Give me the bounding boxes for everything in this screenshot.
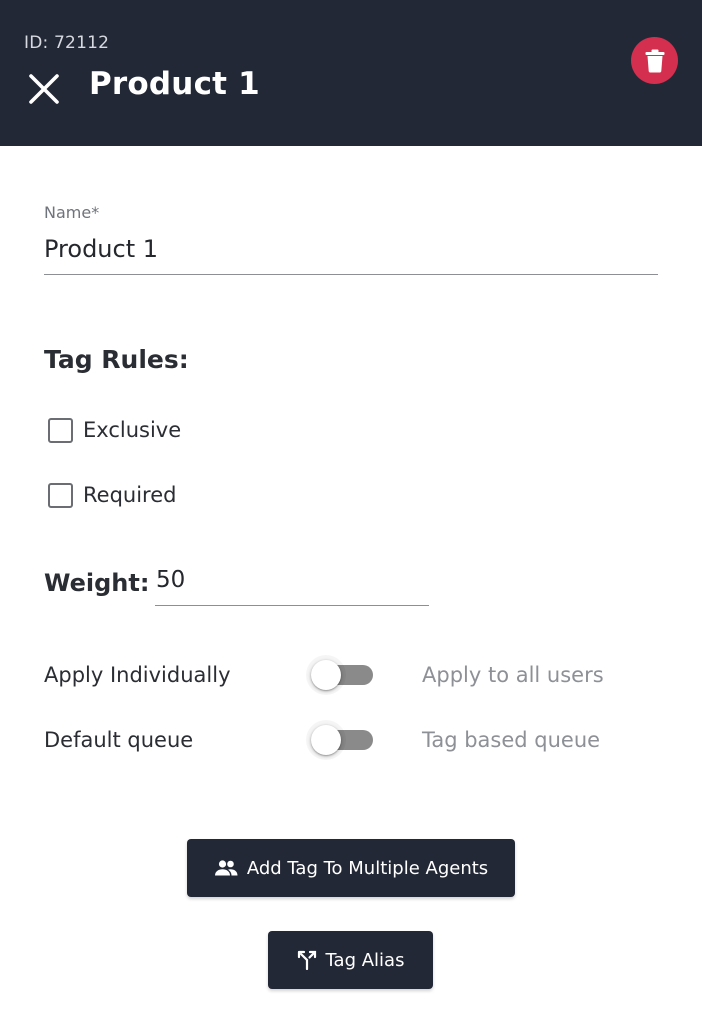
apply-scope-toggle-row: Apply Individually Apply to all users [44, 655, 644, 695]
close-button[interactable] [24, 68, 64, 108]
weight-input-underline [155, 605, 429, 606]
add-tag-to-multiple-agents-button[interactable]: Add Tag To Multiple Agents [187, 839, 515, 897]
required-checkbox[interactable] [48, 482, 73, 508]
name-field-underline [44, 274, 658, 275]
trash-icon [645, 49, 664, 72]
default-queue-label: Default queue [44, 728, 194, 752]
name-field[interactable]: Name* Product 1 [44, 200, 658, 276]
exclusive-checkbox-row[interactable]: Exclusive [48, 417, 181, 443]
apply-scope-switch[interactable] [306, 655, 378, 695]
record-id: ID: 72112 [24, 33, 110, 53]
weight-input[interactable]: 50 [155, 564, 429, 607]
required-checkbox-label: Required [83, 483, 177, 507]
switch-thumb[interactable] [311, 660, 341, 690]
required-checkbox-row[interactable]: Required [48, 482, 176, 508]
tag-based-queue-label: Tag based queue [422, 728, 601, 752]
close-icon [29, 74, 59, 104]
apply-individually-label: Apply Individually [44, 663, 231, 687]
exclusive-checkbox-label: Exclusive [83, 418, 182, 442]
add-tag-to-multiple-agents-label: Add Tag To Multiple Agents [246, 857, 489, 879]
queue-switch[interactable] [306, 720, 378, 760]
weight-label: Weight: [44, 569, 150, 597]
exclusive-checkbox[interactable] [48, 417, 73, 443]
merge-icon [297, 950, 317, 970]
page-title: Product 1 [89, 66, 260, 102]
tag-alias-label: Tag Alias [325, 949, 405, 971]
name-field-label: Name* [44, 203, 100, 222]
tag-alias-button[interactable]: Tag Alias [268, 931, 433, 989]
apply-to-all-users-label: Apply to all users [422, 663, 604, 687]
tag-rules-heading: Tag Rules: [44, 345, 189, 374]
delete-button[interactable] [631, 37, 678, 84]
queue-toggle-row: Default queue Tag based queue [44, 720, 644, 760]
header-bar: ID: 72112 Product 1 [0, 0, 702, 146]
weight-input-value[interactable]: 50 [156, 567, 185, 593]
switch-thumb[interactable] [311, 725, 341, 755]
group-icon [214, 860, 238, 876]
name-field-value[interactable]: Product 1 [44, 235, 158, 263]
